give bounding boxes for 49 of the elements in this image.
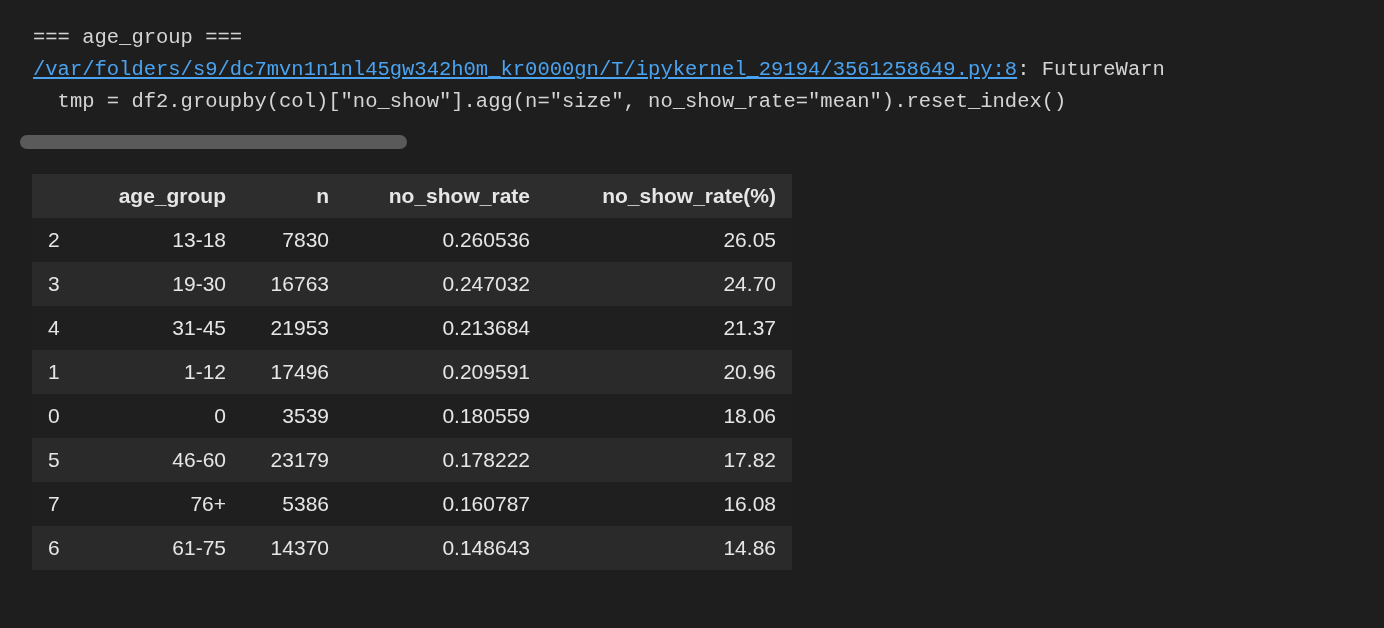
output-heading: === age_group === — [33, 25, 243, 51]
warning-text: : FutureWarn — [1017, 57, 1165, 83]
table-cell: 7830 — [282, 228, 329, 252]
table-cell: 0 — [214, 404, 226, 428]
table-cell: 61-75 — [172, 536, 226, 560]
table-cell: 31-45 — [172, 316, 226, 340]
code-line: tmp = df2.groupby(col)["no_show"].agg(n="size", no_show_rate="mean").reset_index() — [56, 89, 1067, 115]
file-path-link[interactable]: /var/folders/s9/dc7mvn1n1nl45gw342h0m_kr0000gn/T/ipykernel_29194/3561258649.py:8 — [33, 54, 1018, 86]
table-cell: 16.08 — [723, 492, 776, 516]
table-cell: 21.37 — [723, 316, 776, 340]
table-cell: 0.148643 — [442, 536, 530, 560]
table-cell: 20.96 — [723, 360, 776, 384]
table-cell: 0.178222 — [442, 448, 530, 472]
table-cell: 0.160787 — [442, 492, 530, 516]
table-cell: 14370 — [270, 536, 329, 560]
scrollbar-thumb[interactable] — [20, 135, 407, 149]
table-cell: 76+ — [190, 492, 226, 516]
table-cell: 0.260536 — [442, 228, 530, 252]
table-cell: 17496 — [270, 360, 329, 384]
row-index: 0 — [48, 404, 60, 428]
table-cell: 24.70 — [723, 272, 776, 296]
column-header: no_show_rate(%) — [602, 184, 776, 208]
table-cell: 0.247032 — [442, 272, 530, 296]
table-cell: 3539 — [282, 404, 329, 428]
table-cell: 18.06 — [723, 404, 776, 428]
row-index: 6 — [48, 536, 60, 560]
table-cell: 5386 — [282, 492, 329, 516]
row-index: 3 — [48, 272, 60, 296]
table-cell: 26.05 — [723, 228, 776, 252]
table-cell: 1-12 — [183, 360, 226, 384]
table-cell: 19-30 — [172, 272, 226, 296]
row-index: 1 — [48, 360, 60, 384]
row-index: 2 — [48, 228, 60, 252]
row-index: 7 — [48, 492, 60, 516]
table-cell: 16763 — [270, 272, 329, 296]
table-cell: 46-60 — [172, 448, 226, 472]
row-index: 4 — [48, 316, 60, 340]
table-cell: 14.86 — [723, 536, 776, 560]
table-cell: 13-18 — [172, 228, 226, 252]
table-cell: 0.213684 — [442, 316, 530, 340]
table-cell: 17.82 — [723, 448, 776, 472]
column-header: no_show_rate — [388, 184, 530, 208]
row-index: 5 — [48, 448, 60, 472]
table-cell: 23179 — [270, 448, 329, 472]
table-cell: 0.209591 — [442, 360, 530, 384]
column-header: age_group — [118, 184, 226, 208]
column-header: n — [316, 184, 329, 208]
table-cell: 21953 — [270, 316, 329, 340]
table-cell: 0.180559 — [442, 404, 530, 428]
